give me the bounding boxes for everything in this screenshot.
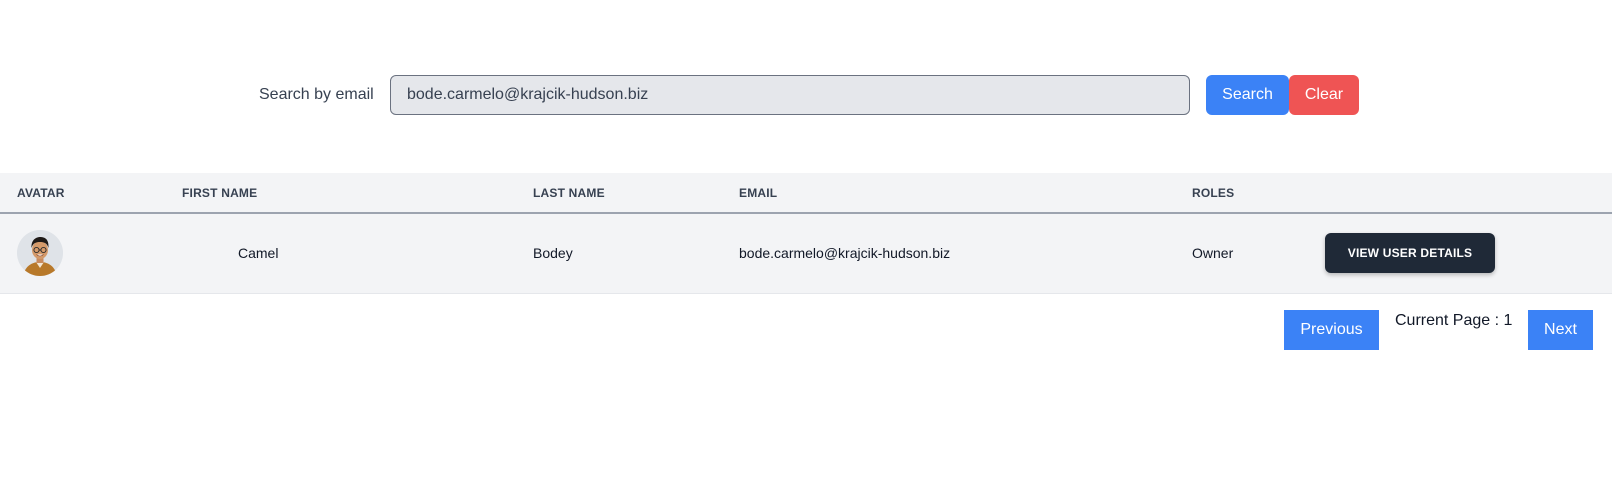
- column-header-last-name: LAST NAME: [533, 185, 605, 200]
- search-button[interactable]: Search: [1206, 75, 1289, 115]
- email-cell: bode.carmelo@krajcik-hudson.biz: [739, 245, 951, 262]
- table-header-row: AVATAR FIRST NAME LAST NAME EMAIL ROLES: [0, 173, 1612, 213]
- last-name-cell: Bodey: [533, 245, 573, 262]
- avatar-cell: [0, 213, 182, 293]
- table-row: Camel Bodey bode.carmelo@krajcik-hudson.…: [0, 213, 1612, 293]
- column-header-first-name: FIRST NAME: [182, 185, 258, 200]
- column-header-avatar: AVATAR: [17, 185, 65, 200]
- view-user-details-button[interactable]: VIEW USER DETAILS: [1325, 233, 1495, 274]
- column-header-actions: [1325, 173, 1612, 213]
- previous-page-button[interactable]: Previous: [1284, 310, 1379, 350]
- users-table: AVATAR FIRST NAME LAST NAME EMAIL ROLES: [0, 173, 1612, 294]
- column-header-email: EMAIL: [739, 185, 778, 200]
- clear-button[interactable]: Clear: [1289, 75, 1359, 115]
- user-avatar-photo-icon: [17, 230, 63, 277]
- next-page-button[interactable]: Next: [1528, 310, 1593, 350]
- first-name-cell: Camel: [238, 245, 279, 262]
- search-label: Search by email: [259, 86, 374, 103]
- column-header-roles: ROLES: [1192, 185, 1235, 200]
- search-email-input[interactable]: [390, 75, 1190, 115]
- search-bar: Search by email Search Clear: [0, 75, 1612, 115]
- roles-cell: Owner: [1192, 245, 1234, 262]
- avatar: [17, 230, 63, 277]
- actions-cell: VIEW USER DETAILS: [1325, 213, 1612, 293]
- current-page-indicator: Current Page : 1: [1395, 312, 1513, 329]
